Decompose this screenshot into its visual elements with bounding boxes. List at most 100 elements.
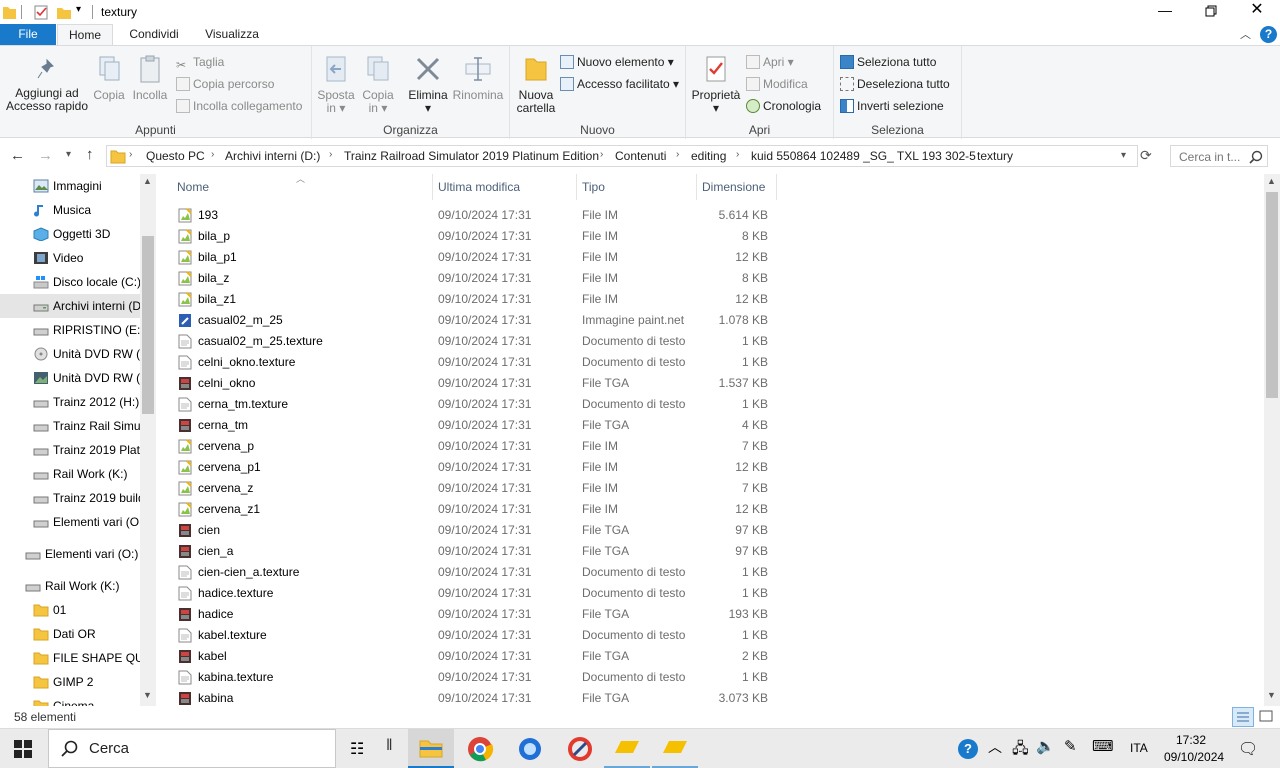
column-header-type[interactable]: Tipo bbox=[576, 178, 605, 196]
widgets-icon[interactable]: ‖ bbox=[386, 737, 393, 755]
ribbon-collapse-icon[interactable]: ︿ bbox=[1240, 26, 1251, 42]
invert-selection-button[interactable]: Inverti selezione bbox=[840, 96, 944, 116]
nav-item-3d-objects[interactable]: Oggetti 3D bbox=[0, 222, 140, 246]
nav-item-pictures[interactable]: Immagini bbox=[0, 174, 140, 198]
clock-date[interactable]: 09/10/2024 bbox=[1164, 750, 1224, 764]
file-row[interactable]: cerna_tm.texture 09/10/2024 17:31 Document… bbox=[174, 394, 774, 415]
tab-view[interactable]: Visualizza bbox=[196, 24, 268, 45]
history-button[interactable]: Cronologia bbox=[746, 96, 821, 116]
nav-item-drive-c[interactable]: Disco locale (C:) bbox=[0, 270, 140, 294]
column-header-date[interactable]: Ultima modifica bbox=[432, 178, 520, 196]
minimize-button[interactable]: — bbox=[1150, 0, 1180, 24]
file-row[interactable]: cien_a 09/10/2024 17:31 File TGA 97 KB bbox=[174, 541, 774, 562]
back-arrow-icon[interactable]: ← bbox=[10, 147, 25, 164]
taskbar-explorer[interactable] bbox=[408, 729, 454, 768]
file-row[interactable]: hadice 09/10/2024 17:31 File TGA 193 KB bbox=[174, 604, 774, 625]
nav-item-drive-k[interactable]: Rail Work (K:) bbox=[0, 462, 140, 486]
address-bar[interactable]: › Questo PC › Archivi interni (D:) › Tra… bbox=[106, 145, 1138, 167]
notifications-icon[interactable]: 🗨 bbox=[1238, 739, 1258, 759]
forward-arrow-icon[interactable]: → bbox=[38, 147, 53, 164]
taskbar-drive-app-2[interactable] bbox=[652, 729, 698, 768]
scroll-up-icon[interactable]: ▲ bbox=[1267, 176, 1276, 186]
file-row[interactable]: bila_z 09/10/2024 17:31 File IM 8 KB bbox=[174, 268, 774, 289]
nav-item-folder-gimp[interactable]: GIMP 2 bbox=[0, 670, 140, 694]
taskbar-search[interactable]: Cerca bbox=[48, 729, 336, 768]
address-dropdown-icon[interactable]: ▾ bbox=[1121, 150, 1126, 161]
file-row[interactable]: kabel.texture 09/10/2024 17:31 Documento d… bbox=[174, 625, 774, 646]
nav-item-drive-trainz-rail[interactable]: Trainz Rail Simul bbox=[0, 414, 140, 438]
file-row[interactable]: cervena_z1 09/10/2024 17:31 File IM 12 KB bbox=[174, 499, 774, 520]
open-button[interactable]: Apri ▾ bbox=[746, 52, 794, 72]
select-none-button[interactable]: Deseleziona tutto bbox=[840, 74, 950, 94]
help-tray-icon[interactable]: ? bbox=[958, 739, 978, 759]
help-icon[interactable]: ? bbox=[1260, 26, 1277, 43]
nav-item-folder-cinema[interactable]: Cinema bbox=[0, 694, 140, 706]
crumb-drive-d[interactable]: Archivi interni (D:) bbox=[225, 149, 320, 163]
file-list-scrollbar[interactable]: ▲ ▼ bbox=[1264, 174, 1280, 706]
nav-item-folder-file-shape[interactable]: FILE SHAPE QUE bbox=[0, 646, 140, 670]
nav-item-rail-work-root[interactable]: Rail Work (K:) bbox=[0, 574, 140, 598]
file-row[interactable]: kabel 09/10/2024 17:31 File TGA 2 KB bbox=[174, 646, 774, 667]
file-scroll-thumb[interactable] bbox=[1266, 192, 1278, 398]
search-box[interactable]: Cerca in t... bbox=[1170, 145, 1268, 167]
nav-item-dvd-g[interactable]: Unità DVD RW (G bbox=[0, 366, 140, 390]
crumb-editing[interactable]: editing bbox=[691, 149, 726, 163]
restore-button[interactable] bbox=[1196, 0, 1226, 24]
app-icon[interactable] bbox=[566, 735, 594, 763]
properties-button[interactable]: Proprietà ▾ bbox=[690, 54, 742, 115]
crumb-kuid[interactable]: kuid 550864 102489 _SG_ TXL 193 302-5 bbox=[751, 149, 976, 163]
file-row[interactable]: hadice.texture 09/10/2024 17:31 Documento … bbox=[174, 583, 774, 604]
nav-item-elementi-vari-root[interactable]: Elementi vari (O:) bbox=[0, 542, 140, 566]
nav-item-folder-01[interactable]: 01 bbox=[0, 598, 140, 622]
nav-item-video[interactable]: Video bbox=[0, 246, 140, 270]
nav-item-drive-h[interactable]: Trainz 2012 (H:) bbox=[0, 390, 140, 414]
recent-dropdown-icon[interactable]: ▾ bbox=[66, 149, 71, 160]
crumb-textury[interactable]: textury bbox=[977, 149, 1013, 163]
file-row[interactable]: bila_z1 09/10/2024 17:31 File IM 12 KB bbox=[174, 289, 774, 310]
paste-button[interactable]: Incolla bbox=[130, 54, 170, 102]
nav-scroll-thumb[interactable] bbox=[142, 236, 154, 414]
taskbar-drive-app-1[interactable] bbox=[604, 729, 650, 768]
crumb-trainz[interactable]: Trainz Railroad Simulator 2019 Platinum … bbox=[344, 149, 599, 163]
chrome-icon[interactable] bbox=[466, 735, 494, 763]
windows-start-icon[interactable] bbox=[14, 740, 32, 758]
select-all-button[interactable]: Seleziona tutto bbox=[840, 52, 936, 72]
new-item-button[interactable]: Nuovo elemento ▾ bbox=[560, 52, 674, 72]
file-row[interactable]: celni_okno 09/10/2024 17:31 File TGA 1.537 … bbox=[174, 373, 774, 394]
file-row[interactable]: cervena_p 09/10/2024 17:31 File IM 7 KB bbox=[174, 436, 774, 457]
easy-access-button[interactable]: Accesso facilitato ▾ bbox=[560, 74, 679, 94]
column-header-name[interactable]: Nome bbox=[171, 178, 209, 196]
refresh-icon[interactable]: ⟳ bbox=[1140, 147, 1152, 164]
file-row[interactable]: bila_p1 09/10/2024 17:31 File IM 12 KB bbox=[174, 247, 774, 268]
clock-time[interactable]: 17:32 bbox=[1176, 733, 1206, 747]
file-row[interactable]: celni_okno.texture 09/10/2024 17:31 Docume… bbox=[174, 352, 774, 373]
properties-icon[interactable] bbox=[33, 4, 49, 20]
nav-item-drive-d[interactable]: Archivi interni (D bbox=[0, 294, 140, 318]
crumb-contenuti[interactable]: Contenuti bbox=[615, 149, 666, 163]
paste-link-button[interactable]: Incolla collegamento bbox=[176, 96, 302, 116]
cut-button[interactable]: ✂ Taglia bbox=[176, 52, 224, 72]
nav-item-drive-e[interactable]: RIPRISTINO (E:) bbox=[0, 318, 140, 342]
column-header-size[interactable]: Dimensione bbox=[696, 178, 765, 196]
thunderbird-icon[interactable] bbox=[516, 735, 544, 763]
file-row[interactable]: cien-cien_a.texture 09/10/2024 17:31 Docum… bbox=[174, 562, 774, 583]
file-row[interactable]: cervena_p1 09/10/2024 17:31 File IM 12 KB bbox=[174, 457, 774, 478]
file-row[interactable]: kabina 09/10/2024 17:31 File TGA 3.073 KB bbox=[174, 688, 774, 706]
nav-scrollbar[interactable]: ▲ ▼ bbox=[140, 174, 156, 706]
tiles-view-button[interactable] bbox=[1256, 707, 1278, 727]
crumb-this-pc[interactable]: Questo PC bbox=[146, 149, 205, 163]
delete-button[interactable]: Elimina ▾ bbox=[406, 54, 450, 115]
file-row[interactable]: bila_p 09/10/2024 17:31 File IM 8 KB bbox=[174, 226, 774, 247]
file-row[interactable]: cerna_tm 09/10/2024 17:31 File TGA 4 KB bbox=[174, 415, 774, 436]
rename-button[interactable]: Rinomina bbox=[452, 54, 504, 102]
edit-button[interactable]: Modifica bbox=[746, 74, 808, 94]
keyboard-icon[interactable]: ⌨ bbox=[1092, 737, 1114, 755]
nav-item-folder-dati-or[interactable]: Dati OR bbox=[0, 622, 140, 646]
tab-home[interactable]: Home bbox=[57, 24, 113, 46]
move-to-button[interactable]: Sposta in ▾ bbox=[316, 54, 356, 115]
file-row[interactable]: casual02_m_25.texture 09/10/2024 17:31 Doc… bbox=[174, 331, 774, 352]
tab-file[interactable]: File bbox=[0, 24, 56, 45]
new-folder-icon[interactable] bbox=[56, 4, 72, 20]
close-button[interactable]: ✕ bbox=[1242, 0, 1272, 24]
tab-share[interactable]: Condividi bbox=[118, 24, 190, 45]
